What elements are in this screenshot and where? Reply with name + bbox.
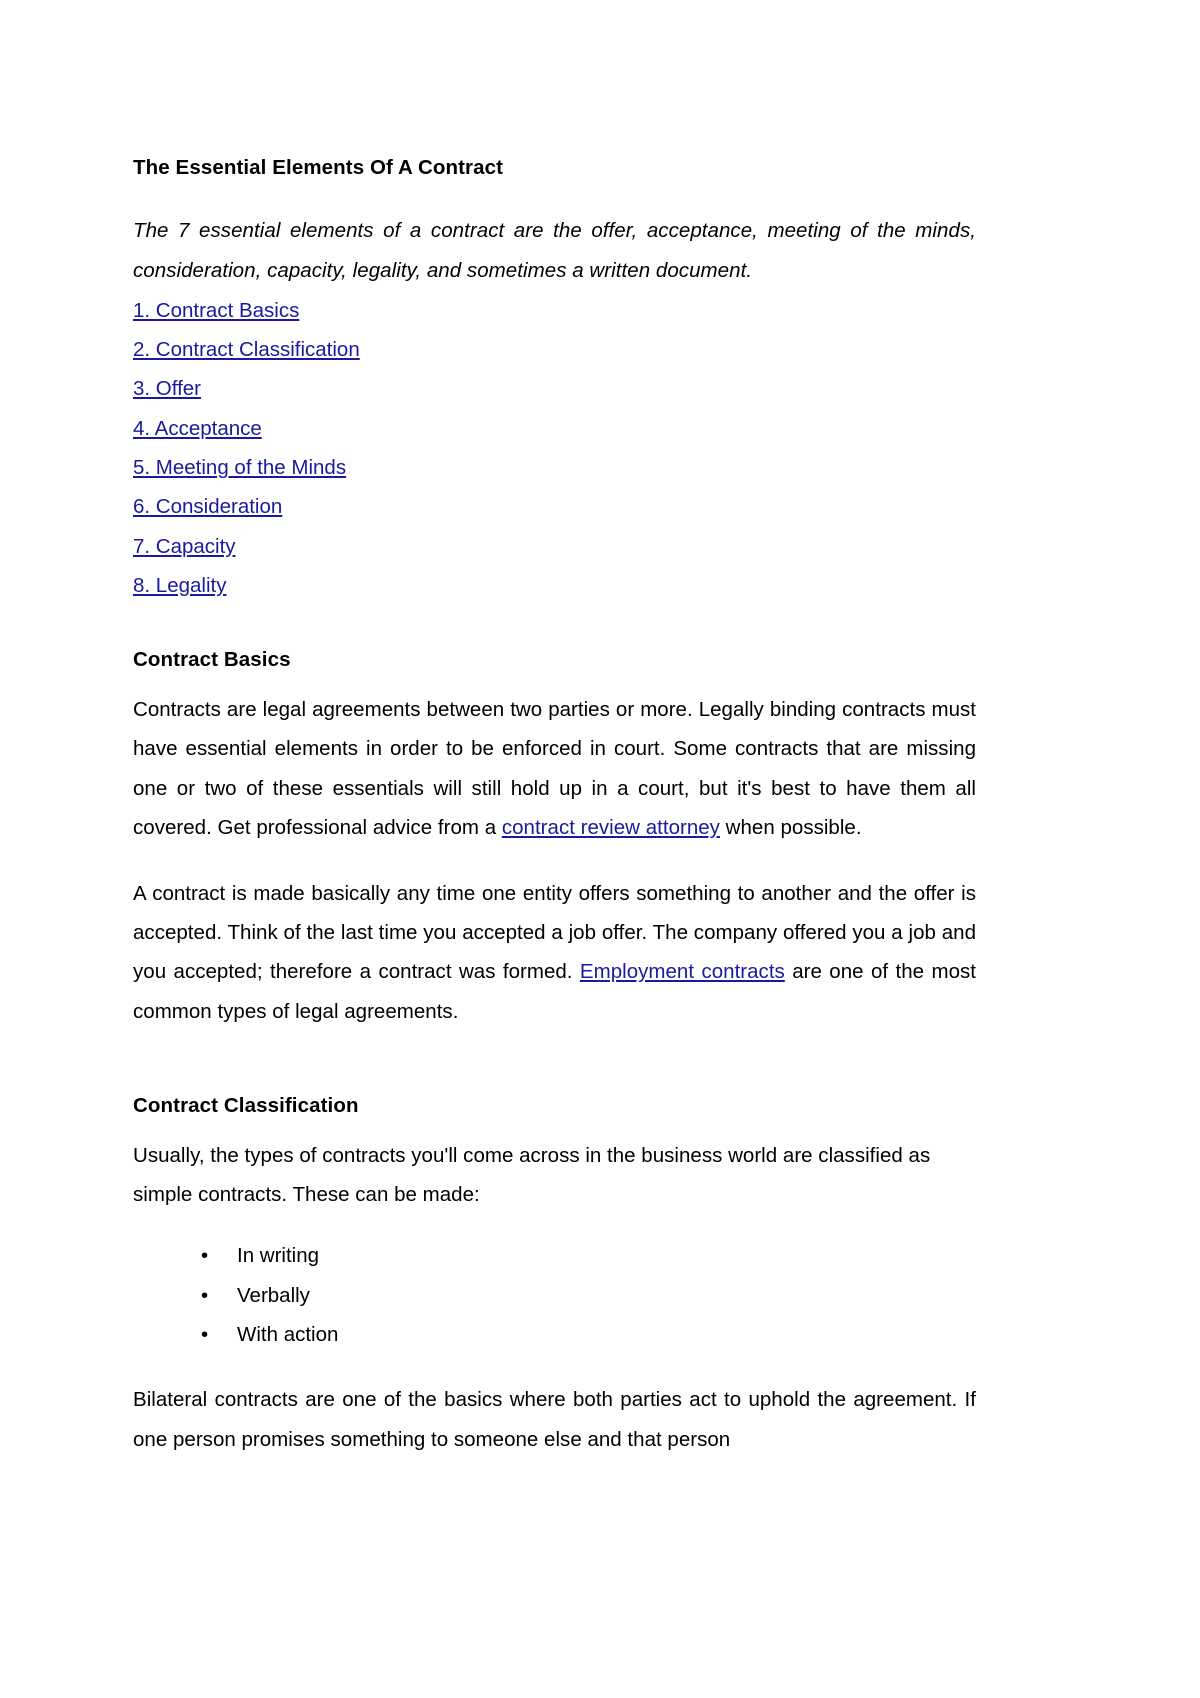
list-item: 2. Contract Classification <box>133 330 976 369</box>
intro-paragraph: The 7 essential elements of a contract a… <box>133 218 976 282</box>
section-heading-contract-basics: Contract Basics <box>133 648 291 672</box>
page-title: The Essential Elements Of A Contract <box>133 156 504 179</box>
paragraph-contract-basics-1: Contracts are legal agreements between t… <box>133 690 976 847</box>
list-item: 6. Consideration <box>133 487 976 526</box>
toc-link-acceptance[interactable]: 4. Acceptance <box>133 417 262 440</box>
table-of-contents: 1. Contract Basics 2. Contract Classific… <box>133 291 976 606</box>
list-item: 4. Acceptance <box>133 409 976 448</box>
toc-link-contract-classification[interactable]: 2. Contract Classification <box>133 338 360 361</box>
inline-link-employment-contracts[interactable]: Employment contracts <box>580 960 785 983</box>
bullet-icon: • <box>201 1244 209 1268</box>
inline-link-contract-review-attorney[interactable]: contract review attorney <box>502 816 720 839</box>
bullet-icon: • <box>201 1283 209 1307</box>
list-item: 7. Capacity <box>133 527 976 566</box>
document-content: The Essential Elements Of A Contract The… <box>133 155 976 1485</box>
list-item-label: With action <box>237 1323 339 1347</box>
toc-link-capacity[interactable]: 7. Capacity <box>133 535 236 558</box>
list-item: • Verbally <box>201 1276 976 1315</box>
bullet-icon: • <box>201 1323 209 1347</box>
list-item: 1. Contract Basics <box>133 291 976 330</box>
paragraph-contract-basics-2: A contract is made basically any time on… <box>133 874 976 1031</box>
toc-link-offer[interactable]: 3. Offer <box>133 377 201 400</box>
list-item: 5. Meeting of the Minds <box>133 448 976 487</box>
list-item-label: Verbally <box>237 1283 310 1307</box>
section-heading-contract-classification: Contract Classification <box>133 1093 359 1117</box>
list-item: • In writing <box>201 1236 976 1275</box>
paragraph-contract-classification-2: Bilateral contracts are one of the basic… <box>133 1388 976 1451</box>
toc-link-legality[interactable]: 8. Legality <box>133 574 226 597</box>
list-item: 3. Offer <box>133 369 976 408</box>
toc-link-meeting-of-the-minds[interactable]: 5. Meeting of the Minds <box>133 456 346 479</box>
paragraph-contract-classification-1: Usually, the types of contracts you'll c… <box>133 1143 931 1206</box>
toc-link-contract-basics[interactable]: 1. Contract Basics <box>133 299 299 322</box>
list-item: • With action <box>201 1315 976 1354</box>
contract-types-list: • In writing • Verbally • With action <box>133 1236 976 1354</box>
toc-link-consideration[interactable]: 6. Consideration <box>133 495 282 518</box>
list-item-label: In writing <box>237 1244 320 1268</box>
document-page: The Essential Elements Of A Contract The… <box>0 0 1200 1698</box>
paragraph-text-part: when possible. <box>719 816 862 840</box>
list-item: 8. Legality <box>133 566 976 605</box>
